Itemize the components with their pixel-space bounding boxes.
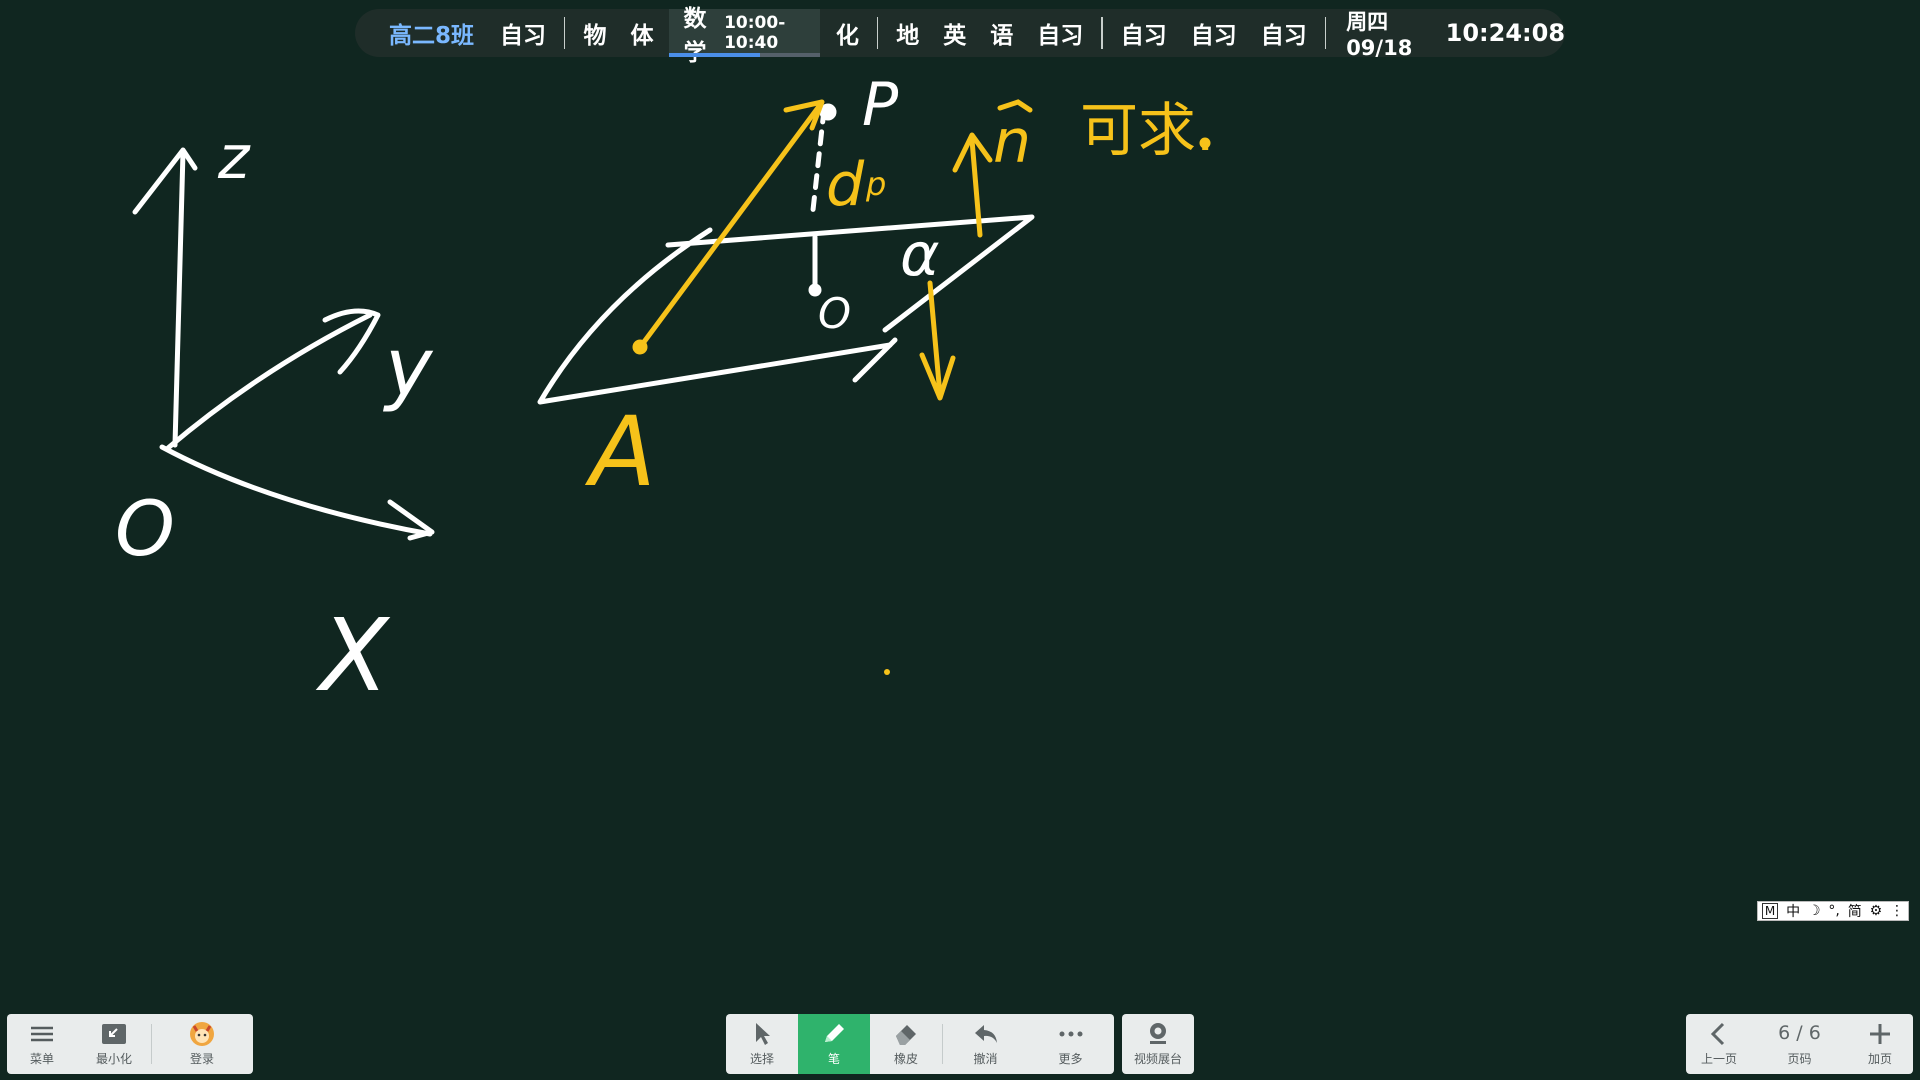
y-axis-line	[165, 312, 373, 451]
page-label: 页码	[1787, 1051, 1812, 1066]
video-booth-button[interactable]: 视频展台	[1122, 1014, 1194, 1074]
minimize-icon	[102, 1024, 126, 1044]
prev-page-label: 上一页	[1700, 1052, 1737, 1066]
menu-button[interactable]: 菜单	[7, 1014, 77, 1074]
label-distance: d	[826, 150, 865, 220]
page-toolbar: 上一页 6 / 6 页码 加页	[1686, 1014, 1913, 1074]
eraser-tool-button[interactable]: 橡皮	[870, 1014, 942, 1074]
point-P	[819, 103, 837, 121]
undo-icon	[974, 1025, 997, 1043]
schedule-item: 自习	[1190, 23, 1237, 49]
plane-outline	[537, 214, 1035, 405]
undo-button[interactable]: 撤消	[943, 1014, 1028, 1074]
add-page-label: 加页	[1867, 1052, 1892, 1066]
schedule-item: 自习	[1037, 23, 1084, 49]
add-page-button[interactable]: 加页	[1847, 1014, 1913, 1074]
point-A	[632, 339, 648, 355]
minimize-button[interactable]: 最小化	[77, 1014, 151, 1074]
y-axis-arrowhead	[322, 308, 381, 375]
avatar-icon	[190, 1022, 214, 1046]
select-tool-button[interactable]: 选择	[726, 1014, 798, 1074]
menu-icon	[31, 1026, 53, 1042]
note-text: 可求.	[1080, 96, 1214, 164]
ime-punct-toggle[interactable]: °,	[1828, 903, 1839, 919]
schedule-item: 化	[835, 23, 859, 49]
lesson-progress-bar	[669, 53, 820, 57]
minimize-label: 最小化	[95, 1052, 132, 1066]
page-number: 6 / 6	[1778, 1021, 1821, 1044]
select-tool-label: 选择	[749, 1052, 774, 1066]
label-x: X	[315, 597, 391, 714]
video-booth-label: 视频展台	[1133, 1052, 1182, 1066]
more-label: 更多	[1058, 1052, 1083, 1066]
eraser-tool-label: 橡皮	[893, 1052, 918, 1066]
schedule-divider	[1324, 17, 1327, 49]
date-display: 周四 09/18	[1346, 10, 1413, 60]
label-distance-sub: p	[865, 165, 886, 203]
label-foot-O: O	[818, 289, 851, 338]
x-axis-line	[159, 444, 433, 537]
z-axis-arrowhead	[132, 147, 198, 215]
label-P: P	[862, 70, 899, 140]
schedule-item: 体	[630, 23, 654, 49]
camera-icon	[1150, 1023, 1166, 1044]
label-origin: O	[115, 484, 175, 573]
current-lesson: 数学 10:00-10:40	[669, 6, 820, 66]
label-z: z	[217, 123, 251, 193]
prev-page-button[interactable]: 上一页	[1686, 1014, 1752, 1074]
more-icon	[1059, 1031, 1082, 1037]
schedule-item: 自习	[500, 23, 547, 49]
gear-icon[interactable]: ⚙	[1870, 903, 1883, 919]
menu-label: 菜单	[29, 1052, 54, 1066]
lesson-progress-fill	[669, 53, 760, 57]
label-A: A	[584, 396, 656, 508]
current-lesson-time: 10:00-10:40	[724, 13, 786, 53]
video-booth-group: 视频展台	[1122, 1014, 1194, 1074]
schedule-item: 自习	[1260, 23, 1307, 49]
z-axis-line	[172, 149, 186, 448]
ime-toolbar[interactable]: M 中 ☽ °, 简 ⚙ ⋮	[1757, 901, 1909, 921]
schedule-item: 自习	[1120, 23, 1167, 49]
label-alpha: α	[900, 220, 940, 290]
label-normal-n: n	[993, 107, 1031, 177]
login-button[interactable]: 登录	[152, 1014, 252, 1074]
schedule-item: 地	[896, 23, 920, 49]
schedule-bar: 高二8班 自习 物 体 数学 10:00-10:40 化 地 英 语 自习 自习…	[355, 6, 1566, 66]
schedule-item: 英	[943, 23, 967, 49]
stray-dot	[884, 669, 890, 675]
ime-simplified-toggle[interactable]: 简	[1848, 901, 1862, 921]
ime-lang-toggle[interactable]: 中	[1786, 901, 1800, 921]
undo-label: 撤消	[973, 1052, 998, 1066]
chevron-left-icon	[1710, 1022, 1725, 1046]
label-y: y	[383, 321, 434, 414]
schedule-item: 物	[583, 23, 607, 49]
plus-icon	[1870, 1024, 1890, 1044]
schedule-divider	[564, 17, 566, 49]
left-toolbar: 菜单 最小化 登录	[7, 1014, 253, 1074]
ime-more[interactable]: ⋮	[1890, 903, 1904, 919]
whiteboard-canvas[interactable]: z y O X P O α A d p n 可求.	[0, 0, 1920, 1080]
pen-tool-button[interactable]: 笔	[798, 1014, 870, 1074]
schedule-divider	[1101, 17, 1103, 49]
eraser-icon	[896, 1025, 916, 1045]
moon-icon[interactable]: ☽	[1808, 903, 1821, 919]
login-label: 登录	[189, 1052, 214, 1066]
pen-tool-label: 笔	[827, 1052, 840, 1066]
vector-AP	[635, 102, 823, 353]
cursor-icon	[756, 1023, 770, 1045]
drawing-toolbar: 选择 笔 橡皮 撤消 更多	[726, 1014, 1114, 1074]
more-button[interactable]: 更多	[1028, 1014, 1113, 1074]
page-indicator[interactable]: 6 / 6 页码	[1752, 1014, 1847, 1074]
ime-mode[interactable]: M	[1761, 903, 1779, 919]
schedule-item: 语	[990, 23, 1014, 49]
pen-icon	[825, 1024, 844, 1042]
clock-display: 10:24:08	[1445, 19, 1566, 47]
schedule-divider	[876, 17, 879, 49]
class-name: 高二8班	[389, 23, 475, 49]
